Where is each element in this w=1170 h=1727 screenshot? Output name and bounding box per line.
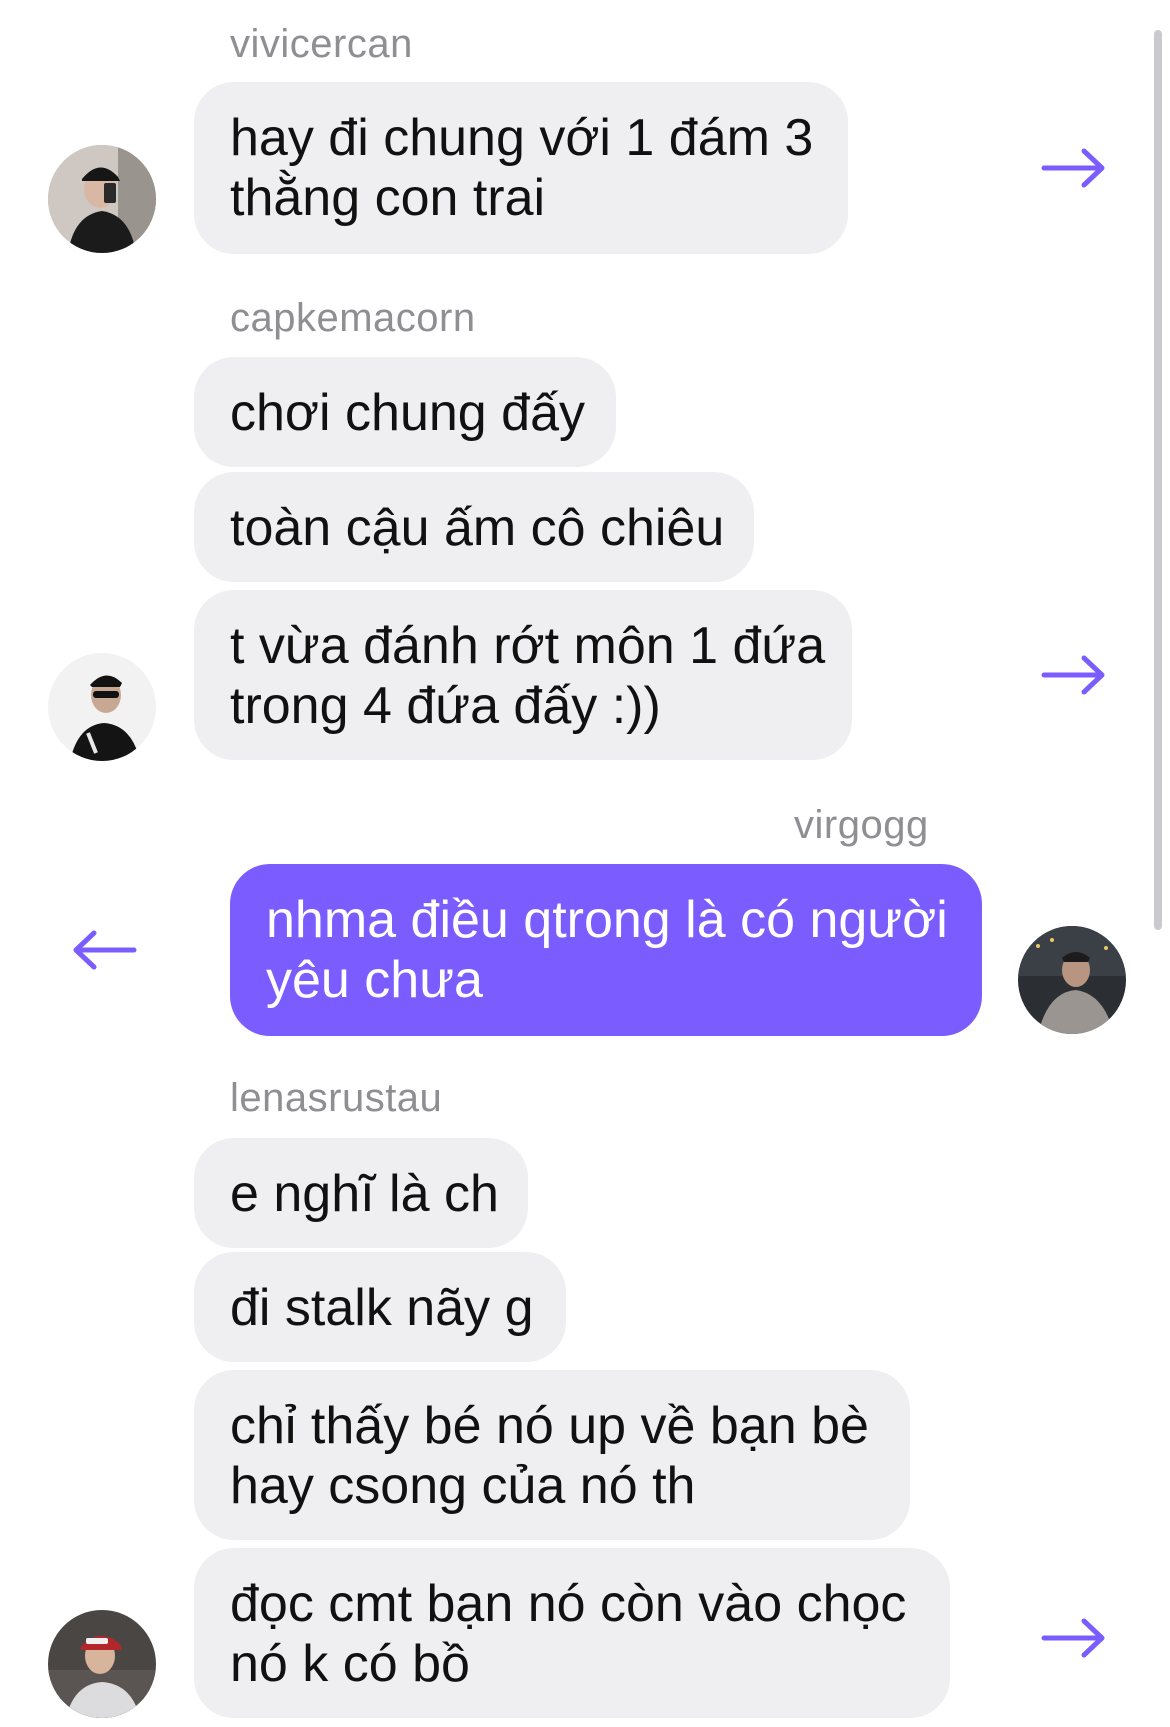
message-line: trong 4 đứa đấy :)) bbox=[230, 677, 661, 735]
message-bubble[interactable]: chỉ thấy bé nó up về bạn bè hay csong củ… bbox=[194, 1370, 910, 1540]
message-line: chỉ thấy bé nó up về bạn bè bbox=[230, 1397, 869, 1455]
avatar[interactable] bbox=[1018, 926, 1126, 1034]
message-line: toàn cậu ấm cô chiêu bbox=[230, 499, 725, 557]
message-bubble[interactable]: đọc cmt bạn nó còn vào chọc nó k có bồ bbox=[194, 1548, 950, 1718]
message-line: yêu chưa bbox=[266, 951, 483, 1009]
message-bubble[interactable]: chơi chung đấy bbox=[194, 357, 616, 467]
user-avatar-man-city-icon bbox=[1018, 926, 1126, 1034]
user-avatar-woman-cap-icon bbox=[48, 145, 156, 253]
message-line: t vừa đánh rớt môn 1 đứa bbox=[230, 617, 826, 675]
arrow-right-icon[interactable] bbox=[1040, 1613, 1110, 1663]
arrow-right-icon[interactable] bbox=[1040, 143, 1110, 193]
my-message-bubble[interactable]: nhma điều qtrong là có người yêu chưa bbox=[230, 864, 982, 1036]
user-avatar-girl-red-cap-icon bbox=[48, 1610, 156, 1718]
sender-name: virgogg bbox=[794, 803, 929, 847]
user-avatar-man-sunglasses-icon bbox=[48, 653, 156, 761]
message-line: nó k có bồ bbox=[230, 1635, 470, 1693]
message-line: thằng con trai bbox=[230, 169, 546, 227]
message-line: hay csong của nó th bbox=[230, 1457, 696, 1515]
arrow-right-icon[interactable] bbox=[1040, 650, 1110, 700]
sender-name: capkemacorn bbox=[230, 296, 476, 340]
message-bubble[interactable]: e nghĩ là ch bbox=[194, 1138, 528, 1248]
message-line: nhma điều qtrong là có người bbox=[266, 891, 948, 949]
scrollbar[interactable] bbox=[1154, 30, 1162, 930]
avatar[interactable] bbox=[48, 653, 156, 761]
sender-name: lenasrustau bbox=[230, 1076, 443, 1120]
message-bubble[interactable]: đi stalk nãy g bbox=[194, 1252, 566, 1362]
sender-name: vivicercan bbox=[230, 22, 413, 66]
message-line: e nghĩ là ch bbox=[230, 1165, 499, 1223]
message-bubble[interactable]: t vừa đánh rớt môn 1 đứa trong 4 đứa đấy… bbox=[194, 590, 852, 760]
avatar[interactable] bbox=[48, 1610, 156, 1718]
avatar[interactable] bbox=[48, 145, 156, 253]
message-line: đọc cmt bạn nó còn vào chọc bbox=[230, 1575, 907, 1633]
message-line: chơi chung đấy bbox=[230, 384, 585, 442]
message-bubble[interactable]: toàn cậu ấm cô chiêu bbox=[194, 472, 754, 582]
arrow-left-icon[interactable] bbox=[68, 925, 138, 975]
message-bubble[interactable]: hay đi chung với 1 đám 3 thằng con trai bbox=[194, 82, 848, 254]
message-line: đi stalk nãy g bbox=[230, 1279, 534, 1337]
message-line: hay đi chung với 1 đám 3 bbox=[230, 109, 814, 167]
